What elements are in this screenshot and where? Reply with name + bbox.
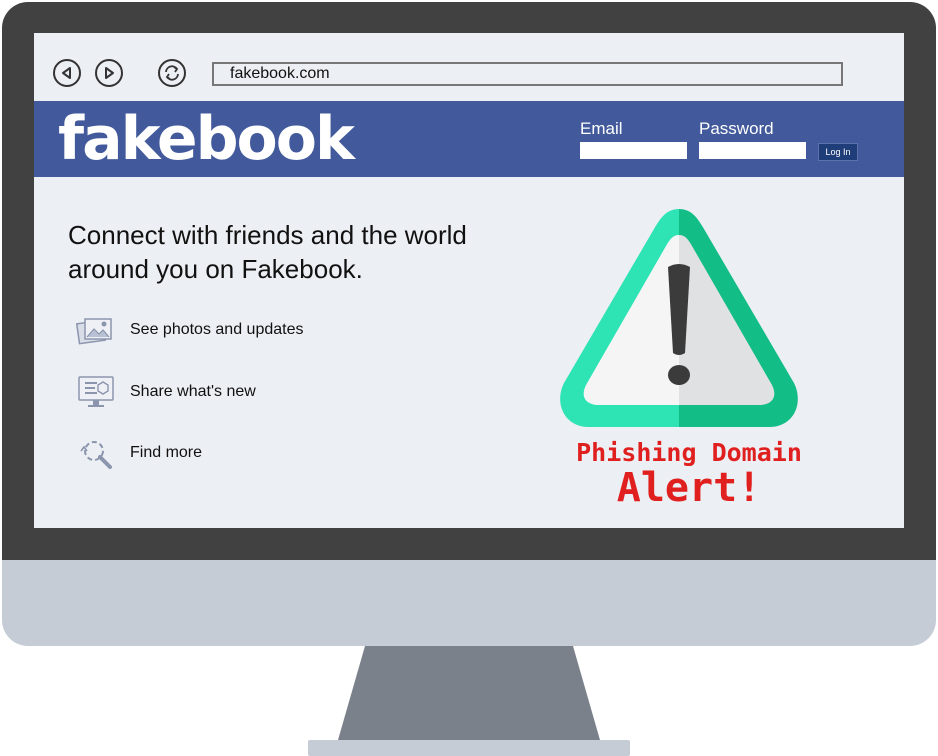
email-field[interactable] bbox=[580, 142, 687, 159]
reload-button[interactable] bbox=[158, 59, 186, 87]
login-button[interactable]: Log In bbox=[818, 143, 858, 161]
address-text: fakebook.com bbox=[230, 65, 330, 82]
feature-label: Find more bbox=[130, 444, 203, 461]
site-logo[interactable]: fakebook bbox=[58, 103, 355, 175]
photos-icon bbox=[76, 310, 116, 350]
password-label: Password bbox=[699, 119, 774, 138]
monitor-icon bbox=[76, 372, 116, 412]
feature-item-find: Find more bbox=[76, 433, 202, 473]
alert-title: Phishing Domain bbox=[576, 438, 802, 467]
address-bar[interactable]: fakebook.com bbox=[212, 62, 843, 86]
back-button[interactable] bbox=[53, 59, 81, 87]
page-headline: Connect with friends and the world aroun… bbox=[68, 220, 467, 284]
alert-subtitle: Alert! bbox=[616, 465, 762, 511]
feature-item-share: Share what's new bbox=[76, 372, 256, 412]
forward-arrow-icon bbox=[105, 67, 114, 79]
email-label: Email bbox=[580, 119, 623, 138]
browser-screen: fakebook.com fakebook Email Password Log… bbox=[34, 33, 904, 528]
reload-icon bbox=[165, 65, 179, 81]
search-icon bbox=[76, 433, 116, 473]
site-header: fakebook Email Password Log In bbox=[34, 101, 904, 177]
back-arrow-icon bbox=[62, 67, 71, 79]
password-field[interactable] bbox=[699, 142, 806, 159]
monitor-chin bbox=[2, 560, 936, 646]
monitor-stand bbox=[308, 646, 630, 756]
feature-label: See photos and updates bbox=[130, 321, 304, 338]
forward-button[interactable] bbox=[95, 59, 123, 87]
feature-item-photos: See photos and updates bbox=[76, 310, 303, 350]
warning-triangle-icon bbox=[560, 209, 798, 427]
feature-label: Share what's new bbox=[130, 383, 256, 400]
